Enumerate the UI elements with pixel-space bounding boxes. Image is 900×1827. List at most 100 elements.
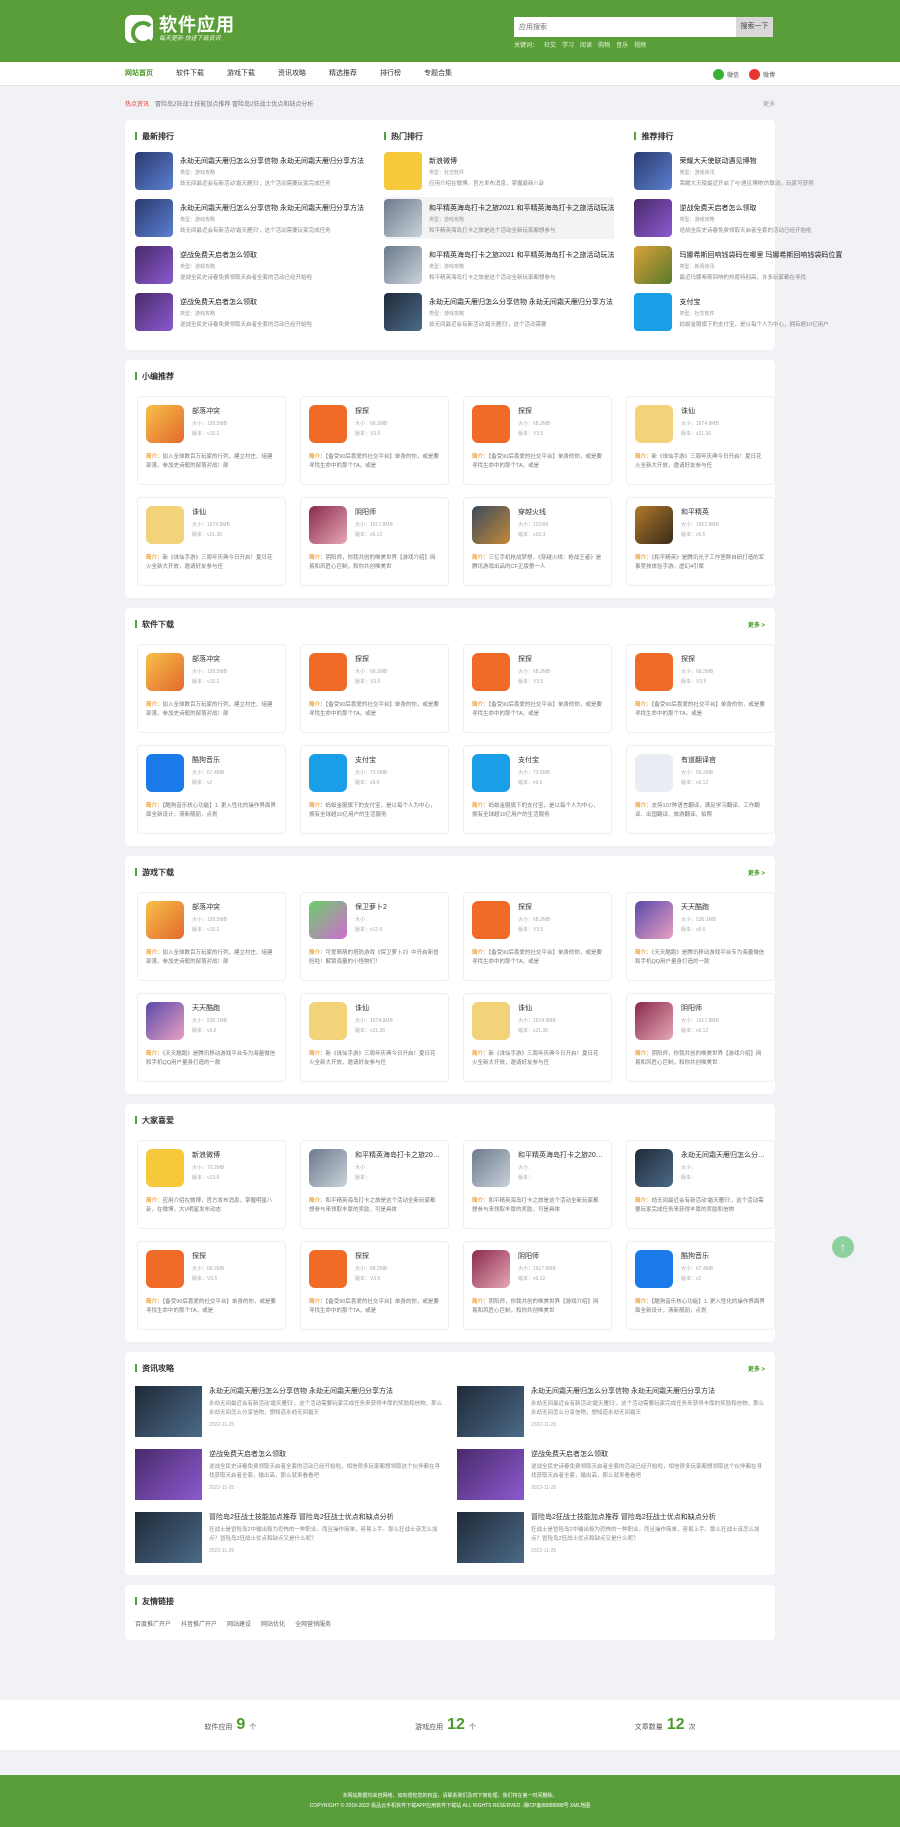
app-card[interactable]: 探探 大小：68.2MB 版本：V3.5 简介：【备受90后喜爱的社交平台】单身的你，…	[300, 1241, 449, 1330]
news-item[interactable]: 永劫无间霜天雁归怎么分享信物 永劫无间霜天雁归分享方法 永劫无间最近会有新活动'霜…	[135, 1386, 443, 1437]
app-name[interactable]: 诛仙	[192, 507, 277, 517]
app-name[interactable]: 阴阳师	[355, 507, 440, 517]
app-card[interactable]: 诛仙 大小：1674.9MB 版本：v21.36 简介：新《诛仙手游》三周年庆典今日开…	[137, 497, 286, 586]
section-more-link[interactable]: 更多 >	[748, 620, 765, 629]
app-card[interactable]: 和平精英海岛打卡之旅2021 大小： 版本： 简介：和平精英海岛打卡之旅是这个活动全新…	[463, 1140, 612, 1229]
app-name[interactable]: 支付宝	[355, 755, 440, 765]
hot-keyword[interactable]: 社交	[544, 40, 556, 49]
app-name[interactable]: 支付宝	[518, 755, 603, 765]
hot-keyword[interactable]: 学习	[562, 40, 574, 49]
app-name[interactable]: 部落冲突	[192, 654, 277, 664]
news-thumbnail[interactable]	[457, 1386, 524, 1437]
search-input[interactable]	[514, 17, 736, 37]
news-title[interactable]: 永劫无间霜天雁归怎么分享信物 永劫无间霜天雁归分享方法	[209, 1386, 443, 1396]
app-card[interactable]: 探探 大小：68.2MB 版本：V3.5 简介：【备受90后喜爱的社交平台】单身的你，…	[463, 892, 612, 981]
ranking-item[interactable]: 逆战免费天启者怎么领取 类型：游戏攻略 逆战全民史诗春免费领取天启者全套的活动已经开…	[135, 244, 364, 286]
ranking-item[interactable]: 和平精英海岛打卡之旅2021 和平精英海岛打卡之旅活动玩法 类型：游戏攻略 和平精英…	[383, 197, 615, 239]
app-name[interactable]: 阴阳师	[681, 1003, 766, 1013]
app-name[interactable]: 穿越火线	[518, 507, 603, 517]
nav-item[interactable]: 资讯攻略	[278, 62, 306, 86]
news-item[interactable]: 逆战免费天启者怎么领取 逆战全民史诗春免费领取天启者全套的活动已经开始啦，相信很多…	[135, 1449, 443, 1500]
app-name[interactable]: 新浪微博	[192, 1150, 277, 1160]
app-card[interactable]: 新浪微博 大小：70.2MB 版本：v13.0 简介：应用介绍在微博，官方发布消息，掌…	[137, 1140, 286, 1229]
app-name[interactable]: 酷狗音乐	[192, 755, 277, 765]
news-item[interactable]: 冒险岛2狂战士技能加点推荐 冒险岛2狂战士优点和缺点分析 狂战士是冒险岛2中输出极…	[135, 1512, 443, 1563]
news-thumbnail[interactable]	[457, 1512, 524, 1563]
app-card[interactable]: 阴阳师 大小：1917.8MB 版本：v6.12 简介：阴阳师，你我共创的唯美世界【游…	[463, 1241, 612, 1330]
app-card[interactable]: 和平精英 大小：1862.6MB 版本：v5.6 简介：《和平精英》是腾讯光子工作室群…	[626, 497, 775, 586]
app-name[interactable]: 保卫萝卜2	[355, 902, 440, 912]
app-card[interactable]: 诛仙 大小：1674.9MB 版本：v21.36 简介：新《诛仙手游》三周年庆典今日开…	[463, 993, 612, 1082]
app-name[interactable]: 和平精英	[681, 507, 766, 517]
app-name[interactable]: 探探	[355, 654, 440, 664]
app-name[interactable]: 永劫无间霜天雁归怎么分享信物	[681, 1150, 766, 1160]
back-to-top-button[interactable]: ↑	[832, 1236, 854, 1258]
news-more-link[interactable]: 更多 >	[748, 1364, 765, 1373]
news-title[interactable]: 逆战免费天启者怎么领取	[531, 1449, 765, 1459]
ranking-item[interactable]: 逆战免费天启者怎么领取 类型：游戏攻略 逆战全民史诗春免费领取天启者全套的活动已经开…	[135, 291, 364, 333]
app-card[interactable]: 天天酷跑 大小：530.1MB 版本：v9.6 简介：《天天酷跑》是腾讯移动游戏平台专…	[626, 892, 775, 981]
app-name[interactable]: 诛仙	[681, 406, 766, 416]
ranking-item[interactable]: 荣耀大天使联动遇见博物 类型：游戏资讯 荣耀大天使最近开启了与'遇见博物'的联动，玩…	[634, 150, 842, 192]
ranking-item[interactable]: 永劫无间霜天雁归怎么分享信物 永劫无间霜天雁归分享方法 类型：游戏攻略 劫无间最近会…	[135, 197, 364, 239]
hot-keyword[interactable]: 购物	[598, 40, 610, 49]
ranking-item[interactable]: 和平精英海岛打卡之旅2021 和平精英海岛打卡之旅活动玩法 类型：游戏攻略 和平精英…	[383, 244, 614, 286]
friend-link[interactable]: 全网营销服务	[295, 1619, 331, 1628]
hot-keyword[interactable]: 视频	[634, 40, 646, 49]
friend-link[interactable]: 抖音推广开户	[181, 1619, 217, 1628]
app-card[interactable]: 部落冲突 大小：120.5MB 版本：v15.3 简介：加入全球数百万玩家的行列，建立…	[137, 396, 286, 485]
app-card[interactable]: 探探 大小：68.2MB 版本：V3.5 简介：【备受90后喜爱的社交平台】单身的你，…	[300, 644, 449, 733]
app-card[interactable]: 诛仙 大小：1674.9MB 版本：v21.36 简介：新《诛仙手游》三周年庆典今日开…	[300, 993, 449, 1082]
app-card[interactable]: 部落冲突 大小：120.5MB 版本：v15.3 简介：加入全球数百万玩家的行列，建立…	[137, 644, 286, 733]
app-card[interactable]: 探探 大小：68.2MB 版本：V3.5 简介：【备受90后喜爱的社交平台】单身的你，…	[300, 396, 449, 485]
app-card[interactable]: 永劫无间霜天雁归怎么分享信物大小： 版本： 简介：劫无间最近会有新活动'霜天雁归'，…	[626, 1140, 775, 1229]
search-button[interactable]: 搜索一下	[736, 17, 773, 37]
app-name[interactable]: 探探	[518, 654, 603, 664]
news-title[interactable]: 逆战免费天启者怎么领取	[209, 1449, 443, 1459]
notice-more-link[interactable]: 更多	[763, 99, 775, 108]
weibo-link[interactable]: 微博	[748, 68, 775, 80]
app-card[interactable]: 天天酷跑 大小：530.1MB 版本：v9.6 简介：《天天酷跑》是腾讯移动游戏平台专…	[137, 993, 286, 1082]
app-name[interactable]: 诛仙	[355, 1003, 440, 1013]
app-name[interactable]: 酷狗音乐	[681, 1251, 766, 1261]
section-more-link[interactable]: 更多 >	[748, 868, 765, 877]
site-logo[interactable]: 软件应用 每天更新 快速下载资讯	[125, 15, 235, 45]
weixin-link[interactable]: 微信	[712, 68, 739, 80]
app-card[interactable]: 酷狗音乐 大小：67.4MB 版本：v2 简介：【酷狗音乐核心功能】1. 更入性化的操…	[626, 1241, 775, 1330]
hot-keyword[interactable]: 音乐	[616, 40, 628, 49]
nav-item[interactable]: 网站首页	[125, 62, 153, 86]
news-item[interactable]: 永劫无间霜天雁归怎么分享信物 永劫无间霜天雁归分享方法 永劫无间最近会有新活动'霜…	[457, 1386, 765, 1437]
ranking-item[interactable]: 永劫无间霜天雁归怎么分享信物 永劫无间霜天雁归分享方法 类型：游戏攻略 劫无间最近会…	[383, 291, 615, 333]
app-card[interactable]: 探探 大小：68.2MB 版本：V3.5 简介：【备受90后喜爱的社交平台】单身的你，…	[463, 396, 612, 485]
friend-link[interactable]: 百度推广开户	[135, 1619, 171, 1628]
app-name[interactable]: 探探	[355, 1251, 440, 1261]
app-card[interactable]: 探探 大小：68.2MB 版本：V3.5 简介：【备受90后喜爱的社交平台】单身的你，…	[626, 644, 775, 733]
app-name[interactable]: 诛仙	[518, 1003, 603, 1013]
nav-item[interactable]: 精选推荐	[329, 62, 357, 86]
app-name[interactable]: 部落冲突	[192, 902, 277, 912]
app-name[interactable]: 探探	[355, 406, 440, 416]
app-card[interactable]: 探探 大小：68.2MB 版本：V3.5 简介：【备受90后喜爱的社交平台】单身的你，…	[463, 644, 612, 733]
ranking-item[interactable]: 新浪微博 类型：社交软件 应用介绍在微博，官方发布消息，掌握最新八卦	[383, 150, 615, 192]
news-thumbnail[interactable]	[135, 1512, 202, 1563]
app-name[interactable]: 有道翻译官	[681, 755, 766, 765]
app-name[interactable]: 天天酷跑	[192, 1003, 277, 1013]
app-name[interactable]: 探探	[681, 654, 766, 664]
news-title[interactable]: 永劫无间霜天雁归怎么分享信物 永劫无间霜天雁归分享方法	[531, 1386, 765, 1396]
app-card[interactable]: 诛仙 大小：1674.9MB 版本：v21.36 简介：新《诛仙手游》三周年庆典今日开…	[626, 396, 775, 485]
app-card[interactable]: 和平精英海岛打卡之旅2021 大小： 版本： 简介：和平精英海岛打卡之旅是这个活动全新…	[300, 1140, 449, 1229]
app-name[interactable]: 阴阳师	[518, 1251, 603, 1261]
app-card[interactable]: 酷狗音乐 大小：67.4MB 版本：v2 简介：【酷狗音乐核心功能】1. 更入性化的操…	[137, 745, 286, 834]
news-item[interactable]: 逆战免费天启者怎么领取 逆战全民史诗春免费领取天启者全套的活动已经开始啦，相信很多…	[457, 1449, 765, 1500]
friend-link[interactable]: 网站优化	[261, 1619, 285, 1628]
ranking-item[interactable]: 逆战免费天启者怎么领取 类型：游戏攻略 逆战全民史诗春免费领取天启者全套的活动已经开…	[634, 197, 842, 239]
app-name[interactable]: 和平精英海岛打卡之旅2021	[355, 1150, 440, 1160]
app-name[interactable]: 和平精英海岛打卡之旅2021	[518, 1150, 603, 1160]
app-name[interactable]: 探探	[192, 1251, 277, 1261]
app-name[interactable]: 探探	[518, 406, 603, 416]
friend-link[interactable]: 网站建设	[227, 1619, 251, 1628]
news-title[interactable]: 冒险岛2狂战士技能加点推荐 冒险岛2狂战士优点和缺点分析	[531, 1512, 765, 1522]
news-thumbnail[interactable]	[135, 1449, 202, 1500]
app-card[interactable]: 支付宝 大小：73.6MB 版本：v9.6 简介：蚂蚁金服旗下的支付宝，是以每个人为中…	[463, 745, 612, 834]
news-item[interactable]: 冒险岛2狂战士技能加点推荐 冒险岛2狂战士优点和缺点分析 狂战士是冒险岛2中输出极…	[457, 1512, 765, 1563]
